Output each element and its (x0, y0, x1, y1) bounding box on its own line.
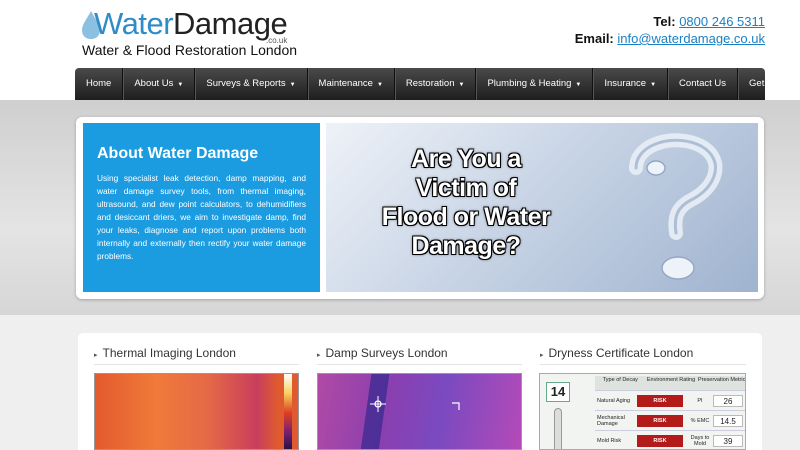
damp-streak (360, 374, 390, 449)
nav-item-plumbing-heating[interactable]: Plumbing & Heating ▼ (476, 68, 594, 100)
thermal-imaging-thumbnail[interactable] (94, 373, 299, 450)
nav-label: Home (86, 78, 112, 89)
chevron-down-icon: ▼ (177, 82, 184, 88)
nav-label: Restoration (405, 78, 455, 89)
chevron-down-icon: ▼ (575, 82, 582, 88)
feature-title-label: Damp Surveys London (325, 346, 448, 360)
nav-item-contact-us[interactable]: Contact Us (668, 68, 739, 100)
email-link[interactable]: info@waterdamage.co.uk (617, 31, 765, 46)
contact-info: Tel: 0800 246 5311 Email: info@waterdama… (575, 13, 765, 47)
metric-value: 26 (713, 394, 743, 407)
feature-title-dryness[interactable]: ▸ Dryness Certificate London (540, 346, 693, 360)
risk-badge: RISK (637, 434, 683, 447)
metric-value: 14.5 (713, 414, 743, 427)
certificate-table: Type of Decay Environment Rating Preserv… (595, 376, 746, 449)
nav-label: Surveys & Reports (206, 78, 286, 89)
nav-item-about-us[interactable]: About Us ▼ (123, 68, 196, 100)
hero-line: Are You a (411, 145, 521, 173)
table-header-cell: Environment Rating (646, 377, 696, 383)
chevron-down-icon: ▼ (289, 82, 296, 88)
table-row: Mechanical Damage RISK % EMC 14.5 (595, 410, 745, 430)
water-question-mark-icon (629, 133, 723, 280)
site-tagline: Water & Flood Restoration London (82, 42, 298, 58)
about-box: About Water Damage Using specialist leak… (83, 123, 320, 292)
nav-item-home[interactable]: Home (75, 68, 124, 100)
table-row: Mold Risk RISK Days to Mold 39 (595, 430, 745, 449)
main-nav: Home About Us ▼ Surveys & Reports ▼ Mainte… (75, 68, 800, 100)
chevron-down-icon: ▼ (650, 82, 657, 88)
thermometer-icon (554, 408, 562, 449)
bullet-arrow-icon: ▸ (540, 352, 544, 359)
metric-value: 39 (713, 434, 743, 447)
divider (94, 364, 299, 365)
nav-label: Get a Quote (749, 78, 800, 89)
table-header: Type of Decay Environment Rating Preserv… (595, 376, 746, 390)
metric-name: PI (697, 397, 703, 404)
crosshair-icon (370, 396, 386, 412)
risk-badge: RISK (637, 394, 683, 407)
hero-headline: Are You a Victim of Flood or Water Damag… (346, 145, 586, 261)
hero-line: Victim of (415, 174, 517, 202)
tel-label: Tel: (653, 14, 676, 29)
decay-type: Mechanical Damage (597, 414, 625, 427)
divider (540, 364, 746, 365)
decay-type: Natural Aging (597, 397, 631, 404)
feature-title-thermal[interactable]: ▸ Thermal Imaging London (94, 346, 236, 360)
about-body: Using specialist leak detection, damp ma… (97, 173, 306, 261)
gauge-readout: 14 (546, 382, 570, 402)
feature-title-label: Thermal Imaging London (102, 346, 236, 360)
nav-item-restoration[interactable]: Restoration ▼ (395, 68, 477, 100)
chevron-down-icon: ▼ (376, 82, 383, 88)
nav-label: Maintenance (318, 78, 373, 89)
nav-item-maintenance[interactable]: Maintenance ▼ (308, 68, 395, 100)
logo-water: Water (94, 6, 174, 41)
thermal-scale-bar (284, 374, 292, 449)
feature-title-label: Dryness Certificate London (548, 346, 694, 360)
corner-marker-icon (452, 402, 460, 410)
nav-label: Plumbing & Heating (487, 78, 572, 89)
decay-type: Mold Risk (597, 437, 622, 444)
dryness-certificate-thumbnail[interactable]: 14 Type of Decay Environment Rating Pres… (539, 373, 746, 450)
risk-badge: RISK (637, 414, 683, 427)
metric-name: Days to Mold (690, 434, 710, 447)
bullet-arrow-icon: ▸ (317, 352, 321, 359)
tel-link[interactable]: 0800 246 5311 (679, 14, 765, 29)
logo-wordmark: WaterDamage (94, 6, 288, 42)
divider (317, 364, 522, 365)
nav-item-get-a-quote[interactable]: Get a Quote (738, 68, 800, 100)
nav-label: Contact Us (679, 78, 727, 89)
nav-label: About Us (134, 78, 174, 89)
metric-name: % EMC (690, 417, 710, 424)
hero-line: Damage? (411, 232, 521, 260)
feature-title-damp[interactable]: ▸ Damp Surveys London (317, 346, 448, 360)
table-header-cell: Type of Decay (602, 377, 638, 383)
nav-item-insurance[interactable]: Insurance ▼ (593, 68, 669, 100)
nav-item-surveys-reports[interactable]: Surveys & Reports ▼ (195, 68, 308, 100)
table-header-cell: Preservation Metric (697, 377, 746, 383)
hero-line: Flood or Water (381, 203, 551, 231)
email-label: Email: (574, 31, 614, 46)
about-title: About Water Damage (97, 145, 259, 162)
nav-label: Insurance (604, 78, 647, 89)
table-row: Natural Aging RISK PI 26 (595, 390, 745, 410)
bullet-arrow-icon: ▸ (94, 352, 98, 359)
damp-survey-thumbnail[interactable] (317, 373, 522, 450)
hero-banner[interactable]: Are You a Victim of Flood or Water Damag… (326, 123, 758, 292)
chevron-down-icon: ▼ (458, 82, 465, 88)
